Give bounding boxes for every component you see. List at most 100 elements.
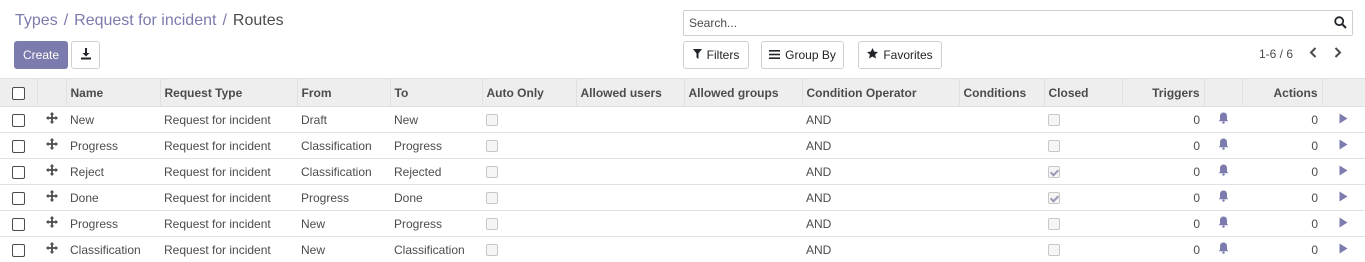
cell-to[interactable]: Done [390, 184, 482, 211]
cell-auto-only[interactable] [482, 210, 576, 237]
row-checkbox-cell[interactable] [0, 106, 37, 133]
actions-button[interactable] [1322, 184, 1365, 211]
cell-allowed-users[interactable] [576, 236, 684, 262]
column-header-request-type[interactable]: Request Type [159, 78, 297, 107]
cell-allowed-groups[interactable] [684, 106, 802, 133]
drag-handle[interactable] [37, 236, 66, 262]
cell-from[interactable]: Classification [297, 132, 390, 159]
cell-request-type[interactable]: Request for incident [160, 236, 297, 262]
column-header-condition-operator[interactable]: Condition Operator [801, 78, 959, 107]
column-header-closed[interactable]: Closed [1043, 78, 1122, 107]
cell-condition-operator[interactable]: AND [802, 132, 959, 159]
row-checkbox-cell[interactable] [0, 158, 37, 185]
cell-allowed-users[interactable] [576, 132, 684, 159]
cell-actions[interactable]: 0 [1242, 210, 1322, 237]
cell-closed[interactable] [1044, 210, 1122, 237]
favorites-button[interactable]: Favorites [858, 41, 942, 69]
actions-button[interactable] [1322, 106, 1365, 133]
cell-name[interactable]: Reject [66, 158, 160, 185]
cell-condition-operator[interactable]: AND [802, 106, 959, 133]
cell-conditions[interactable] [959, 210, 1044, 237]
cell-from[interactable]: New [297, 236, 390, 262]
cell-actions[interactable]: 0 [1242, 106, 1322, 133]
cell-conditions[interactable] [959, 236, 1044, 262]
cell-name[interactable]: New [66, 106, 160, 133]
cell-allowed-groups[interactable] [684, 158, 802, 185]
cell-closed[interactable] [1044, 132, 1122, 159]
cell-to[interactable]: Progress [390, 132, 482, 159]
triggers-button[interactable] [1204, 184, 1242, 211]
column-header-allowed-groups[interactable]: Allowed groups [683, 78, 802, 107]
cell-actions[interactable]: 0 [1242, 158, 1322, 185]
cell-conditions[interactable] [959, 158, 1044, 185]
actions-button[interactable] [1322, 210, 1365, 237]
cell-triggers[interactable]: 0 [1122, 132, 1204, 159]
cell-auto-only[interactable] [482, 132, 576, 159]
cell-request-type[interactable]: Request for incident [160, 158, 297, 185]
row-checkbox[interactable] [12, 139, 25, 153]
breadcrumb-item-request-type[interactable]: Request for incident [74, 12, 216, 29]
triggers-button[interactable] [1204, 236, 1242, 262]
cell-closed[interactable] [1044, 184, 1122, 211]
cell-allowed-users[interactable] [576, 210, 684, 237]
cell-actions[interactable]: 0 [1242, 236, 1322, 262]
drag-handle[interactable] [37, 132, 66, 159]
cell-name[interactable]: Progress [66, 210, 160, 237]
cell-closed[interactable] [1044, 236, 1122, 262]
drag-handle[interactable] [37, 106, 66, 133]
cell-auto-only[interactable] [482, 236, 576, 262]
cell-from[interactable]: New [297, 210, 390, 237]
column-header-conditions[interactable]: Conditions [958, 78, 1044, 107]
cell-condition-operator[interactable]: AND [802, 210, 959, 237]
cell-allowed-groups[interactable] [684, 184, 802, 211]
cell-allowed-groups[interactable] [684, 132, 802, 159]
cell-allowed-groups[interactable] [684, 210, 802, 237]
row-checkbox-cell[interactable] [0, 236, 37, 262]
cell-triggers[interactable]: 0 [1122, 184, 1204, 211]
column-header-name[interactable]: Name [65, 78, 160, 107]
cell-auto-only[interactable] [482, 106, 576, 133]
row-checkbox-cell[interactable] [0, 132, 37, 159]
row-checkbox[interactable] [12, 217, 25, 231]
cell-from[interactable]: Progress [297, 184, 390, 211]
pager-value[interactable]: 1-6 / 6 [1259, 47, 1293, 61]
filters-button[interactable]: Filters [683, 41, 749, 69]
actions-button[interactable] [1322, 158, 1365, 185]
cell-condition-operator[interactable]: AND [802, 184, 959, 211]
cell-auto-only[interactable] [482, 158, 576, 185]
drag-handle[interactable] [37, 184, 66, 211]
row-checkbox-cell[interactable] [0, 210, 37, 237]
column-header-to[interactable]: To [389, 78, 482, 107]
row-checkbox[interactable] [12, 191, 25, 205]
cell-name[interactable]: Done [66, 184, 160, 211]
cell-allowed-users[interactable] [576, 184, 684, 211]
table-row[interactable]: Progress Request for incident Classificati… [0, 132, 1365, 159]
column-header-from[interactable]: From [296, 78, 390, 107]
cell-from[interactable]: Draft [297, 106, 390, 133]
cell-triggers[interactable]: 0 [1122, 236, 1204, 262]
breadcrumb-item-types[interactable]: Types [15, 12, 58, 29]
actions-button[interactable] [1322, 236, 1365, 262]
cell-request-type[interactable]: Request for incident [160, 210, 297, 237]
search-input[interactable] [684, 11, 1314, 35]
cell-to[interactable]: Rejected [390, 158, 482, 185]
actions-button[interactable] [1322, 132, 1365, 159]
cell-name[interactable]: Progress [66, 132, 160, 159]
table-row[interactable]: Done Request for incident Progress Done AND 0… [0, 184, 1365, 211]
cell-auto-only[interactable] [482, 184, 576, 211]
cell-to[interactable]: New [390, 106, 482, 133]
create-button[interactable]: Create [14, 41, 68, 69]
cell-condition-operator[interactable]: AND [802, 158, 959, 185]
cell-conditions[interactable] [959, 132, 1044, 159]
column-header-triggers[interactable]: Triggers [1121, 78, 1204, 107]
cell-triggers[interactable]: 0 [1122, 106, 1204, 133]
cell-allowed-users[interactable] [576, 106, 684, 133]
cell-triggers[interactable]: 0 [1122, 210, 1204, 237]
cell-to[interactable]: Progress [390, 210, 482, 237]
table-row[interactable]: Reject Request for incident Classification… [0, 158, 1365, 185]
cell-conditions[interactable] [959, 184, 1044, 211]
cell-closed[interactable] [1044, 106, 1122, 133]
select-all-checkbox-cell[interactable] [0, 78, 37, 107]
cell-to[interactable]: Classification [390, 236, 482, 262]
row-checkbox[interactable] [12, 243, 25, 257]
